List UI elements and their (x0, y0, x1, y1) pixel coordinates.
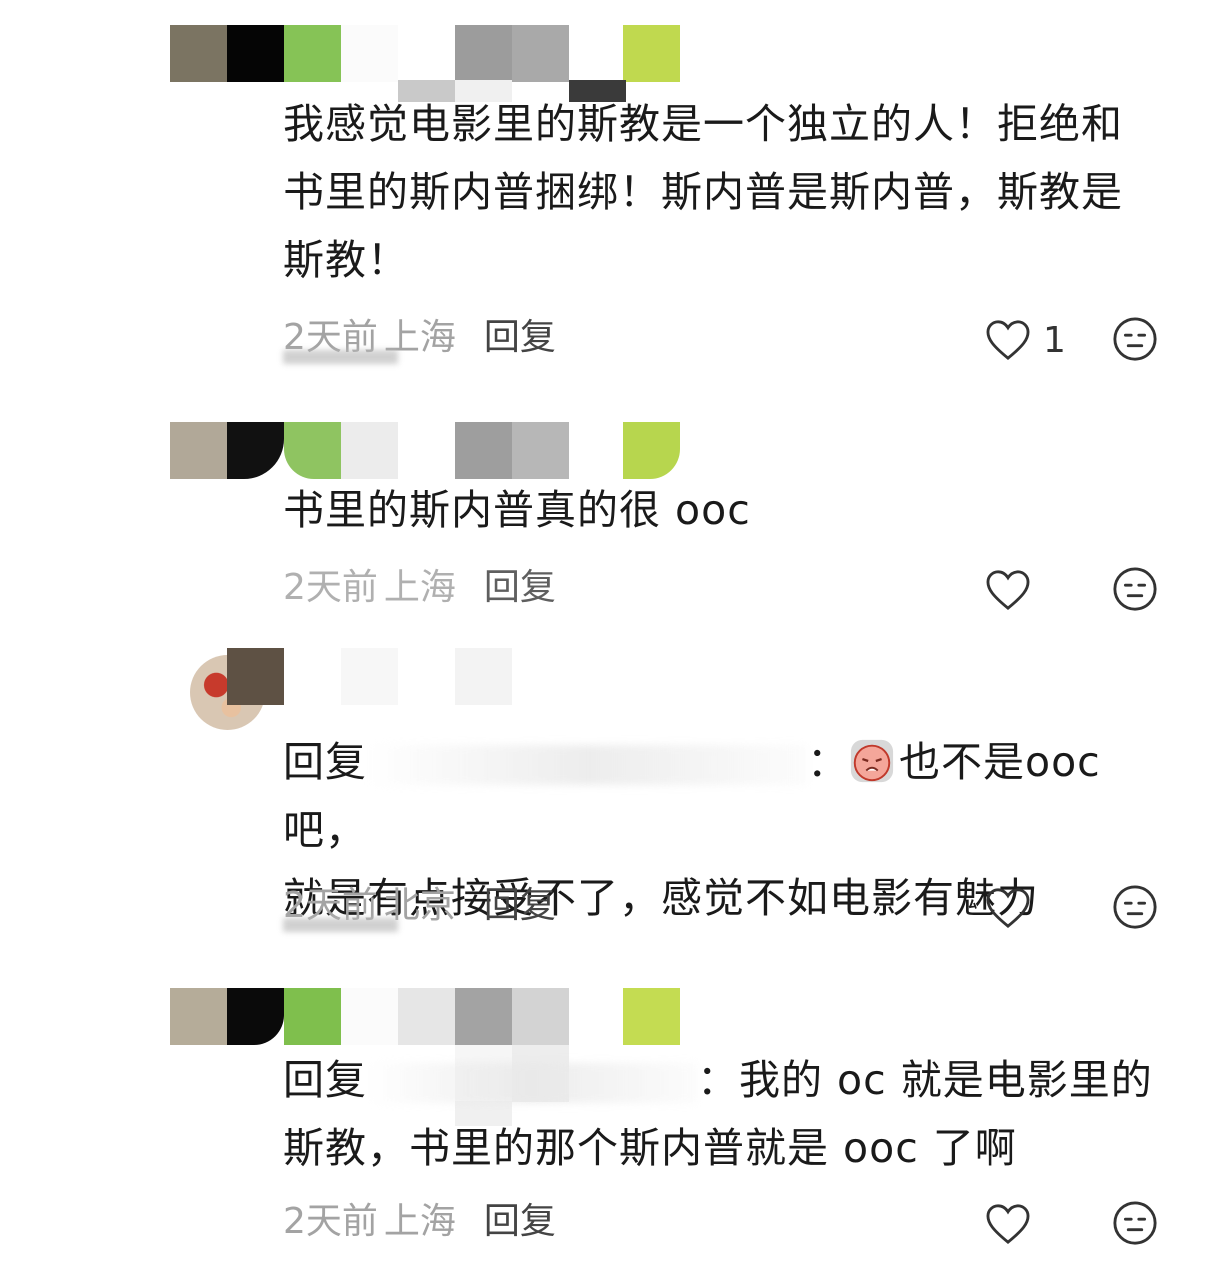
comment-text: 书里的斯内普真的很 ooc (283, 486, 751, 534)
comment-text: 我感觉电影里的斯教是一个独立的人！拒绝和书里的斯内普捆绑！斯内普是斯内普，斯教是… (283, 100, 1123, 284)
like-button[interactable]: 1 (985, 310, 1095, 370)
reply-text-line1: 我的 oc 就是电影里的 (739, 1056, 1153, 1104)
comment-time: 2天前 (283, 567, 378, 608)
emoji-face-icon[interactable] (1112, 1200, 1158, 1246)
emoji-face-icon[interactable] (1112, 316, 1158, 362)
emoji-face-icon[interactable] (1112, 884, 1158, 930)
reply-colon: ： (697, 1056, 739, 1104)
reply-prefix: 回复 (283, 738, 367, 786)
comment-location: 上海 (383, 567, 456, 608)
like-button[interactable] (985, 1194, 1095, 1254)
blurred-username (367, 745, 807, 785)
reply-button[interactable]: 回复 (484, 567, 556, 608)
reply-colon: ： (807, 738, 849, 786)
heart-icon (986, 888, 1030, 928)
blur-mask (283, 918, 398, 932)
reply-button[interactable]: 回复 (484, 885, 556, 926)
emoji-face-icon[interactable] (1112, 566, 1158, 612)
reply-text-line2: 斯教，书里的那个斯内普就是 ooc 了啊 (283, 1124, 1017, 1172)
reply-button[interactable]: 回复 (484, 1201, 556, 1242)
heart-icon (986, 320, 1030, 360)
blurred-username (367, 1063, 697, 1103)
reply-button[interactable]: 回复 (484, 317, 556, 358)
like-button[interactable] (985, 878, 1095, 938)
heart-icon (986, 570, 1030, 610)
like-count: 1 (1043, 319, 1066, 361)
comment-location: 上海 (383, 1201, 456, 1242)
comment-text: 回复 ：我的 oc 就是电影里的 斯教，书里的那个斯内普就是 ooc 了啊 (283, 1046, 1163, 1182)
like-button[interactable] (985, 560, 1095, 620)
blur-mask (283, 350, 398, 364)
reply-prefix: 回复 (283, 1056, 367, 1104)
crying-emoji-icon (850, 739, 894, 783)
comment-time: 2天前 (283, 1201, 378, 1242)
heart-icon (986, 1204, 1030, 1244)
